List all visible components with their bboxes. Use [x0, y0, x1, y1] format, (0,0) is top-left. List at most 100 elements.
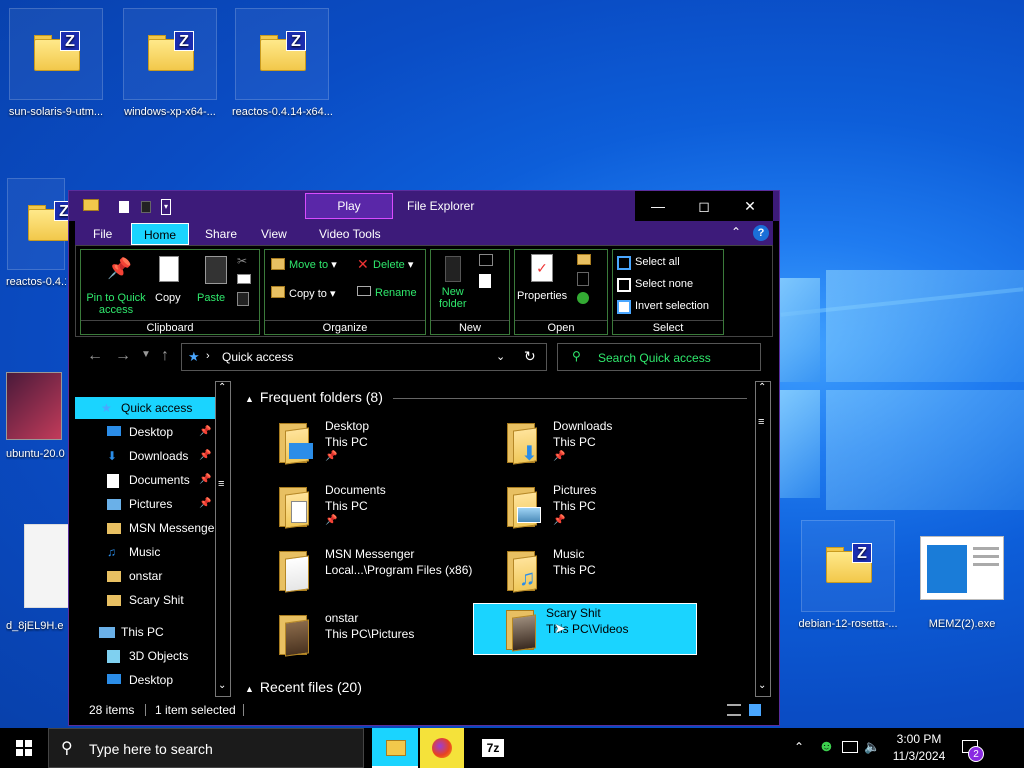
paste-button[interactable]: Paste — [197, 292, 225, 304]
pin-to-quick-access-button[interactable]: Pin to Quick access — [83, 292, 149, 316]
desktop-icon-ubuntu[interactable]: ubuntu-20.0 — [6, 372, 66, 460]
desktop-icon-reactos[interactable]: Z reactos-0.4.1 — [6, 178, 74, 288]
folder-tile-msn-messenger[interactable]: MSN Messenger Local...\Program Files (x8… — [247, 545, 472, 597]
organize-group: Move to ▾ ✕ Delete ▾ Copy to ▾ Rename Or… — [264, 249, 426, 335]
pin-icon: 📌 — [553, 451, 566, 462]
desktop-icon-reactos-x64[interactable]: Z reactos-0.4.14-x64... — [232, 8, 332, 118]
mouse-cursor-icon: ➤ — [554, 620, 566, 636]
scroll-thumb[interactable]: ≡ — [758, 416, 764, 428]
scroll-down-icon[interactable]: ⌄ — [218, 680, 226, 691]
select-none-button[interactable]: Select none — [635, 278, 693, 290]
nav-item-music[interactable]: ♫ Music — [75, 541, 215, 563]
scroll-thumb[interactable]: ≡ — [218, 478, 224, 490]
rename-button[interactable]: Rename — [375, 287, 417, 299]
close-button[interactable]: ✕ — [727, 191, 773, 221]
frequent-folders-header[interactable]: ▲ Frequent folders (8) — [245, 389, 383, 405]
recent-locations-icon[interactable]: ▼ — [141, 349, 151, 360]
play-button[interactable]: Play — [305, 193, 393, 219]
tray-chevron-up-icon[interactable]: ⌃ — [794, 740, 804, 754]
folder-tile-scary-shit[interactable]: Scary Shit This PC\Videos ➤ — [473, 603, 697, 655]
scroll-up-icon[interactable]: ⌃ — [758, 382, 766, 393]
maximize-button[interactable]: ◻ — [681, 191, 727, 221]
minimize-button[interactable]: — — [635, 191, 681, 221]
tab-file[interactable]: File — [83, 223, 122, 245]
open-icon[interactable] — [577, 254, 591, 265]
content-scrollbar[interactable]: ⌃ ≡ ⌄ — [755, 381, 771, 697]
pin-icon: 📌 — [199, 426, 212, 437]
clock[interactable]: 3:00 PM 11/3/2024 — [884, 732, 954, 763]
desktop-icon-memz[interactable]: MEMZ(2).exe — [912, 520, 1012, 630]
help-icon[interactable]: ? — [753, 225, 769, 241]
properties-qat-icon[interactable] — [119, 201, 129, 213]
cut-icon[interactable]: ✂ — [237, 254, 247, 268]
desktop-icon-debian[interactable]: Z debian-12-rosetta-... — [798, 520, 898, 630]
search-box[interactable]: ⚲ Search Quick access — [557, 343, 761, 371]
nav-item-documents[interactable]: Documents 📌 — [75, 469, 215, 491]
easy-access-icon[interactable] — [479, 274, 491, 288]
zip-archive-icon: Z — [148, 31, 194, 71]
scroll-down-icon[interactable]: ⌄ — [758, 680, 766, 691]
nav-item-quick-access[interactable]: ★ Quick access — [75, 397, 215, 419]
invert-selection-button[interactable]: Invert selection — [635, 300, 709, 312]
nav-item-desktop[interactable]: Desktop 📌 — [75, 421, 215, 443]
tab-share[interactable]: Share — [195, 223, 247, 245]
folder-tile-downloads[interactable]: ⬇ Downloads This PC 📌 — [475, 417, 699, 469]
move-to-button[interactable]: Move to ▾ — [289, 258, 337, 271]
forward-icon[interactable]: → — [115, 347, 131, 365]
select-all-button[interactable]: Select all — [635, 256, 680, 268]
nav-item-desktop-pc[interactable]: Desktop — [75, 669, 215, 691]
desktop-icon-d8jel9h[interactable]: d_8jEL9H.e — [6, 524, 82, 632]
collapse-ribbon-icon[interactable]: ⌃ — [731, 225, 741, 239]
taskbar-file-explorer[interactable] — [372, 728, 418, 768]
nav-item-msn-messenger[interactable]: MSN Messenger — [75, 517, 215, 539]
folder-tile-pictures[interactable]: Pictures This PC 📌 — [475, 481, 699, 533]
nav-item-onstar[interactable]: onstar — [75, 565, 215, 587]
nav-item-pictures[interactable]: Pictures 📌 — [75, 493, 215, 515]
address-dropdown-icon[interactable]: ⌄ — [496, 350, 505, 363]
recent-files-header[interactable]: ▲ Recent files (20) — [245, 679, 362, 695]
new-folder-button[interactable]: New folder — [439, 286, 467, 310]
copy-path-icon[interactable] — [237, 274, 251, 284]
copy-button[interactable]: Copy — [155, 292, 181, 304]
tab-view[interactable]: View — [251, 223, 297, 245]
tab-video-tools[interactable]: Video Tools — [309, 223, 391, 245]
select-group: Select all Select none Invert selection … — [612, 249, 724, 335]
new-item-icon[interactable] — [479, 254, 493, 266]
copy-to-button[interactable]: Copy to ▾ — [289, 287, 336, 300]
history-icon[interactable] — [577, 292, 589, 304]
properties-button[interactable]: Properties — [517, 290, 567, 302]
taskbar-firefox[interactable] — [420, 728, 464, 768]
large-icons-view-icon[interactable] — [749, 704, 761, 716]
nav-item-scary-shit[interactable]: Scary Shit — [75, 589, 215, 611]
nav-item-downloads[interactable]: ⬇ Downloads 📌 — [75, 445, 215, 467]
folder-tile-documents[interactable]: Documents This PC 📌 — [247, 481, 471, 533]
title-bar[interactable]: ▾ Play File Explorer — ◻ ✕ — [69, 191, 779, 221]
nav-item-this-pc[interactable]: This PC — [75, 621, 215, 643]
nav-item-3d-objects[interactable]: 3D Objects — [75, 645, 215, 667]
details-view-icon[interactable] — [727, 704, 741, 716]
folder-tile-desktop[interactable]: Desktop This PC 📌 — [247, 417, 471, 469]
new-folder-qat-icon[interactable] — [141, 201, 151, 213]
desktop-icon-sun-solaris[interactable]: Z sun-solaris-9-utm... — [6, 8, 106, 118]
volume-icon[interactable]: 🔈 — [864, 739, 880, 755]
taskbar-7zip[interactable]: 7z — [470, 728, 514, 768]
up-icon[interactable]: ↑ — [161, 347, 169, 365]
start-button[interactable] — [0, 728, 48, 768]
qat-dropdown-icon[interactable]: ▾ — [161, 199, 171, 215]
tab-home[interactable]: Home — [131, 223, 189, 245]
scroll-up-icon[interactable]: ⌃ — [218, 382, 226, 393]
delete-button[interactable]: Delete ▾ — [373, 258, 413, 271]
taskbar-search[interactable]: ⚲ Type here to search — [48, 728, 364, 768]
action-center-button[interactable]: 2 — [958, 736, 986, 762]
nav-scrollbar[interactable]: ⌃ ≡ ⌄ — [215, 381, 231, 697]
desktop-icon-windows-xp[interactable]: Z windows-xp-x64-... — [120, 8, 220, 118]
network-icon[interactable] — [842, 741, 858, 753]
address-bar[interactable]: ★ › Quick access ⌄ ↻ — [181, 343, 547, 371]
refresh-icon[interactable]: ↻ — [524, 348, 536, 365]
folder-tile-music[interactable]: ♫ Music This PC — [475, 545, 699, 597]
folder-tile-onstar[interactable]: onstar This PC\Pictures — [247, 609, 471, 661]
user-icon[interactable]: ☻ — [818, 738, 835, 756]
edit-icon[interactable] — [577, 272, 589, 286]
back-icon[interactable]: ← — [87, 347, 103, 365]
paste-shortcut-icon[interactable] — [237, 292, 249, 306]
